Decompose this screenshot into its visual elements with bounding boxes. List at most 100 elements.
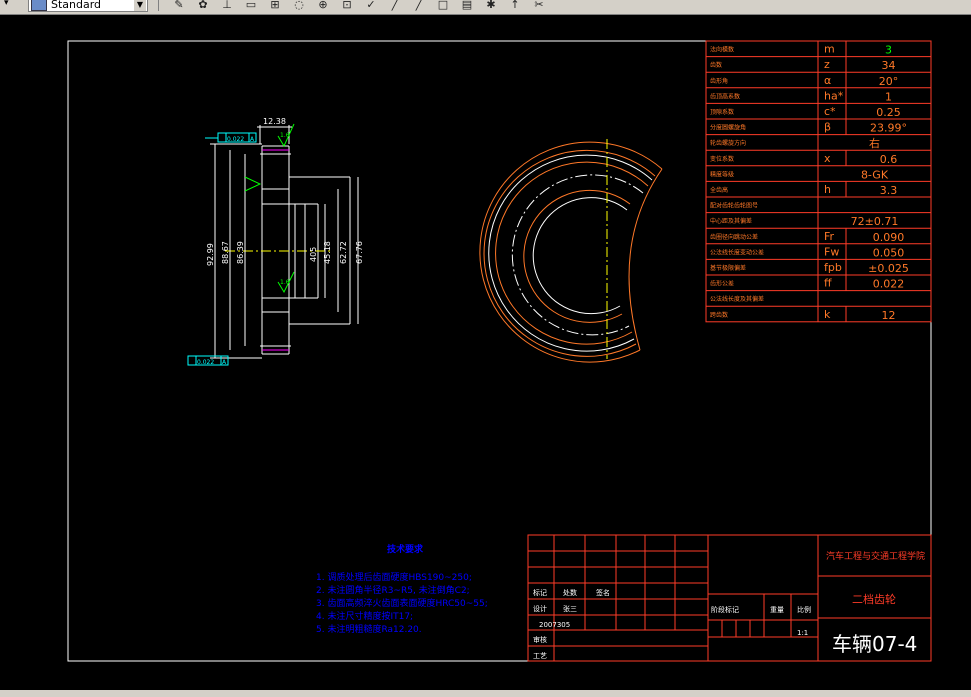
part-name: 二档齿轮 (852, 592, 896, 606)
design-date: 2007305 (539, 621, 570, 629)
rectangle-icon[interactable]: □ (436, 0, 450, 11)
pan-icon[interactable]: ╱ (412, 0, 426, 11)
tech-req-item-3: 3. 齿面高频淬火齿面表面硬度HRC50~55; (316, 597, 488, 609)
scale-value: 1:1 (797, 629, 808, 637)
arrow-icon[interactable]: ↑ (508, 0, 522, 11)
param-value: ±0.025 (868, 262, 909, 275)
param-name: 基节极限偏差 (710, 264, 746, 272)
param-value: 72±0.71 (851, 215, 899, 228)
tech-req-item-5: 5. 未注明粗糙度Ra12.20. (316, 623, 422, 635)
dim-right-3: 67.76 (355, 241, 364, 264)
grid-icon[interactable]: ⊞ (268, 0, 282, 11)
param-symbol: x (824, 152, 831, 165)
scale-label: 比例 (797, 605, 811, 614)
pencil-icon[interactable]: ✎ (172, 0, 186, 11)
param-name: 公法线长度及其偏差 (710, 295, 764, 303)
drawing-frame (67, 40, 932, 662)
dim-left-2: 86.39 (236, 241, 245, 264)
drawing-number: 车辆07-4 (832, 632, 917, 656)
param-name: 变位系数 (710, 155, 734, 163)
rough-mid: 1.6 (280, 279, 290, 286)
param-name: 全齿高 (710, 186, 728, 194)
tol-top-value: 0.022 (227, 136, 244, 143)
designer-name: 张三 (563, 604, 577, 613)
param-name: 齿顶高系数 (710, 92, 740, 100)
param-symbol: α (824, 74, 831, 87)
asterisk-icon[interactable]: ✱ (484, 0, 498, 11)
param-value: 3.3 (880, 184, 898, 197)
gear-front-view (479, 139, 663, 363)
dim-left-1: 88.67 (221, 241, 230, 264)
param-symbol: ff (824, 277, 832, 290)
param-symbol: β (824, 121, 831, 134)
dim-left-0: 92.99 (206, 243, 215, 266)
param-name: 配对齿轮齿轮图号 (710, 202, 758, 210)
param-name: 中心距及其偏差 (710, 217, 752, 225)
stage-label: 阶段标记 (711, 605, 739, 614)
param-symbol: h (824, 183, 831, 196)
zoom-realtime-icon[interactable]: ◌ (292, 0, 306, 11)
param-value: 右 (869, 136, 880, 150)
dimension-icon[interactable]: ⊥ (220, 0, 234, 11)
param-value: 34 (882, 59, 896, 72)
draw-line-icon[interactable]: ╱ (388, 0, 402, 11)
param-value: 0.25 (876, 106, 901, 119)
status-bar (0, 690, 971, 697)
param-name: 公法线长度变动公差 (710, 248, 764, 256)
text-style-icon (31, 0, 47, 11)
toolbar-separator (158, 0, 159, 11)
param-name: 顶隙系数 (710, 108, 734, 116)
dim-right-2: 62.72 (339, 241, 348, 264)
param-name: 跨齿数 (710, 311, 728, 319)
gear-parameter-table: 法向模数 m 3 齿数 z 34 齿形角 α 20° 齿顶高系数 ha* 1 顶隙系数 c* 0.25 分度圆… (705, 40, 932, 323)
rough-top: 1.6 (280, 132, 290, 139)
param-symbol: fpb (824, 261, 842, 274)
eraser-icon[interactable]: ✂ (532, 0, 546, 11)
text-style-combo[interactable]: Standard ▼ (28, 0, 148, 12)
match-properties-icon[interactable]: ✓ (364, 0, 378, 11)
chevron-down-icon[interactable]: ▼ (134, 0, 146, 11)
param-name: 分度圆螺旋角 (710, 124, 746, 132)
tech-req-title: 技术要求 (387, 543, 424, 555)
param-name: 齿圈径向跳动公差 (710, 233, 758, 241)
weight-label: 重量 (770, 606, 784, 614)
cad-drawing-canvas[interactable]: 12.38 92.99 88.67 86.39 405 45.18 62.72 … (0, 14, 971, 690)
param-value: 23.99° (870, 122, 907, 135)
tech-req-item-2: 2. 未注圆角半径R3~R5, 未注倒角C2; (316, 584, 470, 596)
layer-icon[interactable]: ▤ (460, 0, 474, 11)
block-icon[interactable]: ⊡ (340, 0, 354, 11)
tol-bottom-value: 0.022 (197, 359, 214, 366)
toolbar: ▾ Standard ▼ ✎ ✿ ⊥ ▭ ⊞ ◌ ⊕ ⊡ ✓ ╱ ╱ □ ▤ ✱ ↑ ✂ (0, 0, 971, 15)
param-value: 12 (882, 309, 896, 322)
param-symbol: c* (824, 105, 836, 118)
row-label-process: 工艺 (533, 652, 547, 660)
param-value: 20° (879, 75, 899, 88)
toolbar-dropdown-arrow-icon[interactable]: ▾ (4, 0, 9, 8)
param-value: 0.6 (880, 153, 898, 166)
row-label-mark: 标记 (533, 588, 547, 597)
row-label-design: 设计 (533, 604, 547, 613)
param-value: 3 (885, 44, 892, 57)
ruler-icon[interactable]: ▭ (244, 0, 258, 11)
row-label-review: 审核 (533, 635, 547, 644)
dim-right-0: 405 (309, 247, 318, 262)
param-name: 精度等级 (710, 170, 734, 178)
param-symbol: z (824, 58, 830, 71)
col-count-label: 处数 (563, 588, 577, 597)
param-value: 0.050 (873, 246, 905, 259)
param-name: 齿形公差 (710, 280, 734, 288)
title-block: 汽车工程与交通工程学院 二档齿轮 车辆07-4 阶段标记 重量 比例 1:1 标… (527, 534, 932, 662)
paint-icon[interactable]: ✿ (196, 0, 210, 11)
dim-right-1: 45.18 (323, 241, 332, 264)
param-name: 齿形角 (710, 77, 728, 85)
param-symbol: m (824, 43, 835, 56)
param-name: 齿数 (710, 61, 722, 69)
tech-req-item-4: 4. 未注尺寸精度按IT17; (316, 610, 413, 622)
param-symbol: k (824, 308, 831, 321)
col-sign-label: 签名 (596, 588, 610, 597)
text-style-value: Standard (51, 0, 102, 11)
param-symbol: Fr (824, 230, 835, 243)
technical-requirements: 技术要求 1. 调质处理后齿面硬度HBS190~250; 2. 未注圆角半径R3… (316, 543, 488, 635)
dim-top: 12.38 (263, 117, 286, 126)
zoom-window-icon[interactable]: ⊕ (316, 0, 330, 11)
